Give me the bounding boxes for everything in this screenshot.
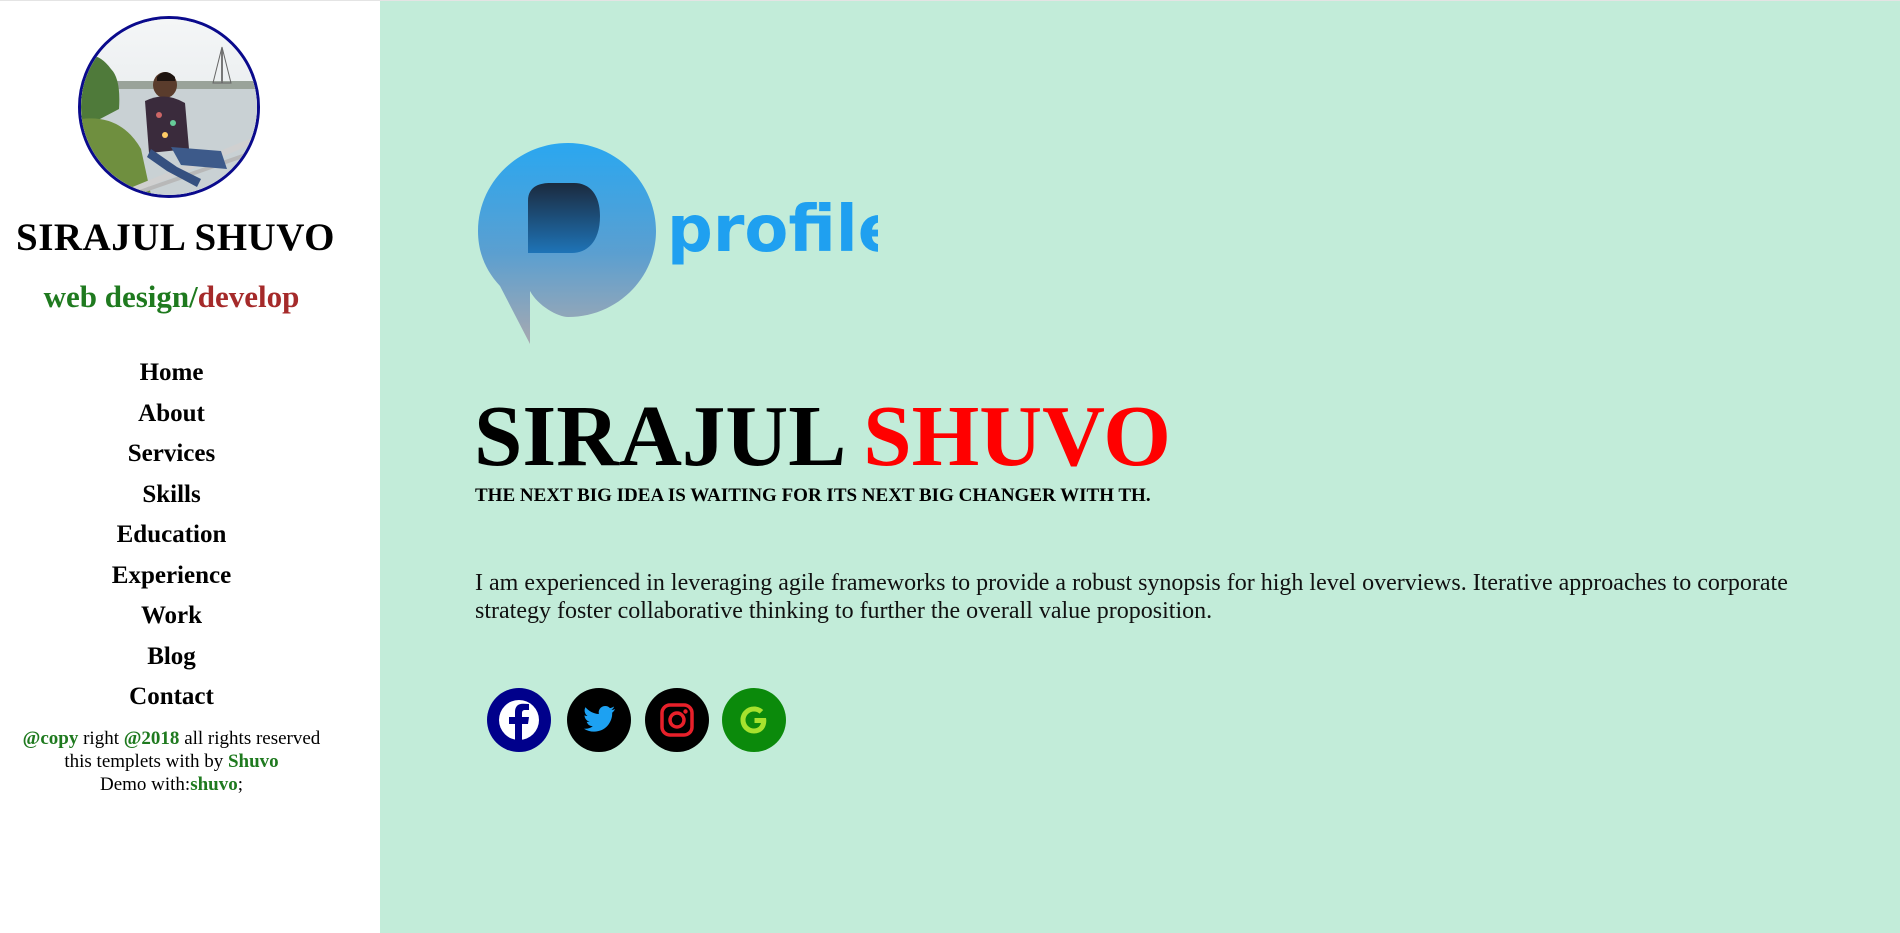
footer-demo-name: shuvo [190,774,238,795]
role-design: web design/ [43,279,198,314]
nav-blog[interactable]: Blog [0,637,343,678]
footer-templets: this templets with by [64,751,228,772]
footer-line-2: this templets with by Shuvo [0,750,343,773]
footer-line-3: Demo with:shuvo; [0,773,343,796]
facebook-link[interactable] [487,688,551,752]
twitter-icon [567,688,631,752]
google-icon [722,688,786,752]
footer-copy: @copy [22,728,79,749]
footer-right: right [78,728,124,749]
instagram-link[interactable] [645,688,709,752]
logo-text: profile [667,193,878,267]
nav-contact[interactable]: Contact [0,677,343,718]
main-content: profile SIRAJUL SHUVO THE NEXT BIG IDEA … [380,1,1900,933]
footer-author: Shuvo [227,751,279,772]
role-develop: develop [197,279,300,314]
sidebar-name: SIRAJUL SHUVO [16,216,335,259]
nav-about[interactable]: About [0,394,343,435]
nav-services[interactable]: Services [0,434,343,475]
nav-education[interactable]: Education [0,515,343,556]
google-link[interactable] [722,688,786,752]
twitter-link[interactable] [567,688,631,752]
nav-home[interactable]: Home [0,353,343,394]
nav-work[interactable]: Work [0,596,343,637]
sidebar-role: web design/develop [0,279,343,315]
main-nav: Home About Services Skills Education Exp… [0,353,343,718]
sidebar-footer: @copy right @2018 all rights reserved th… [0,727,343,796]
instagram-icon [645,688,709,752]
footer-semicolon: ; [237,774,244,795]
headline-first: SIRAJUL [474,387,864,484]
profile-logo: profile [478,141,901,356]
hero-headline: SIRAJUL SHUVO [474,386,1171,486]
headline-last: SHUVO [863,387,1171,484]
hero-tagline: THE NEXT BIG IDEA IS WAITING FOR ITS NEX… [475,485,1151,506]
nav-skills[interactable]: Skills [0,475,343,516]
profile-avatar [78,16,260,198]
footer-demo: Demo with: [99,774,191,795]
facebook-icon [487,688,551,752]
footer-line-1: @copy right @2018 all rights reserved [0,727,343,750]
bio-text: I am experienced in leveraging agile fra… [475,570,1788,624]
footer-year: @2018 [123,728,180,749]
nav-experience[interactable]: Experience [0,556,343,597]
sidebar: SIRAJUL SHUVO web design/develop Home Ab… [0,1,380,933]
footer-reserved: all rights reserved [179,728,321,749]
